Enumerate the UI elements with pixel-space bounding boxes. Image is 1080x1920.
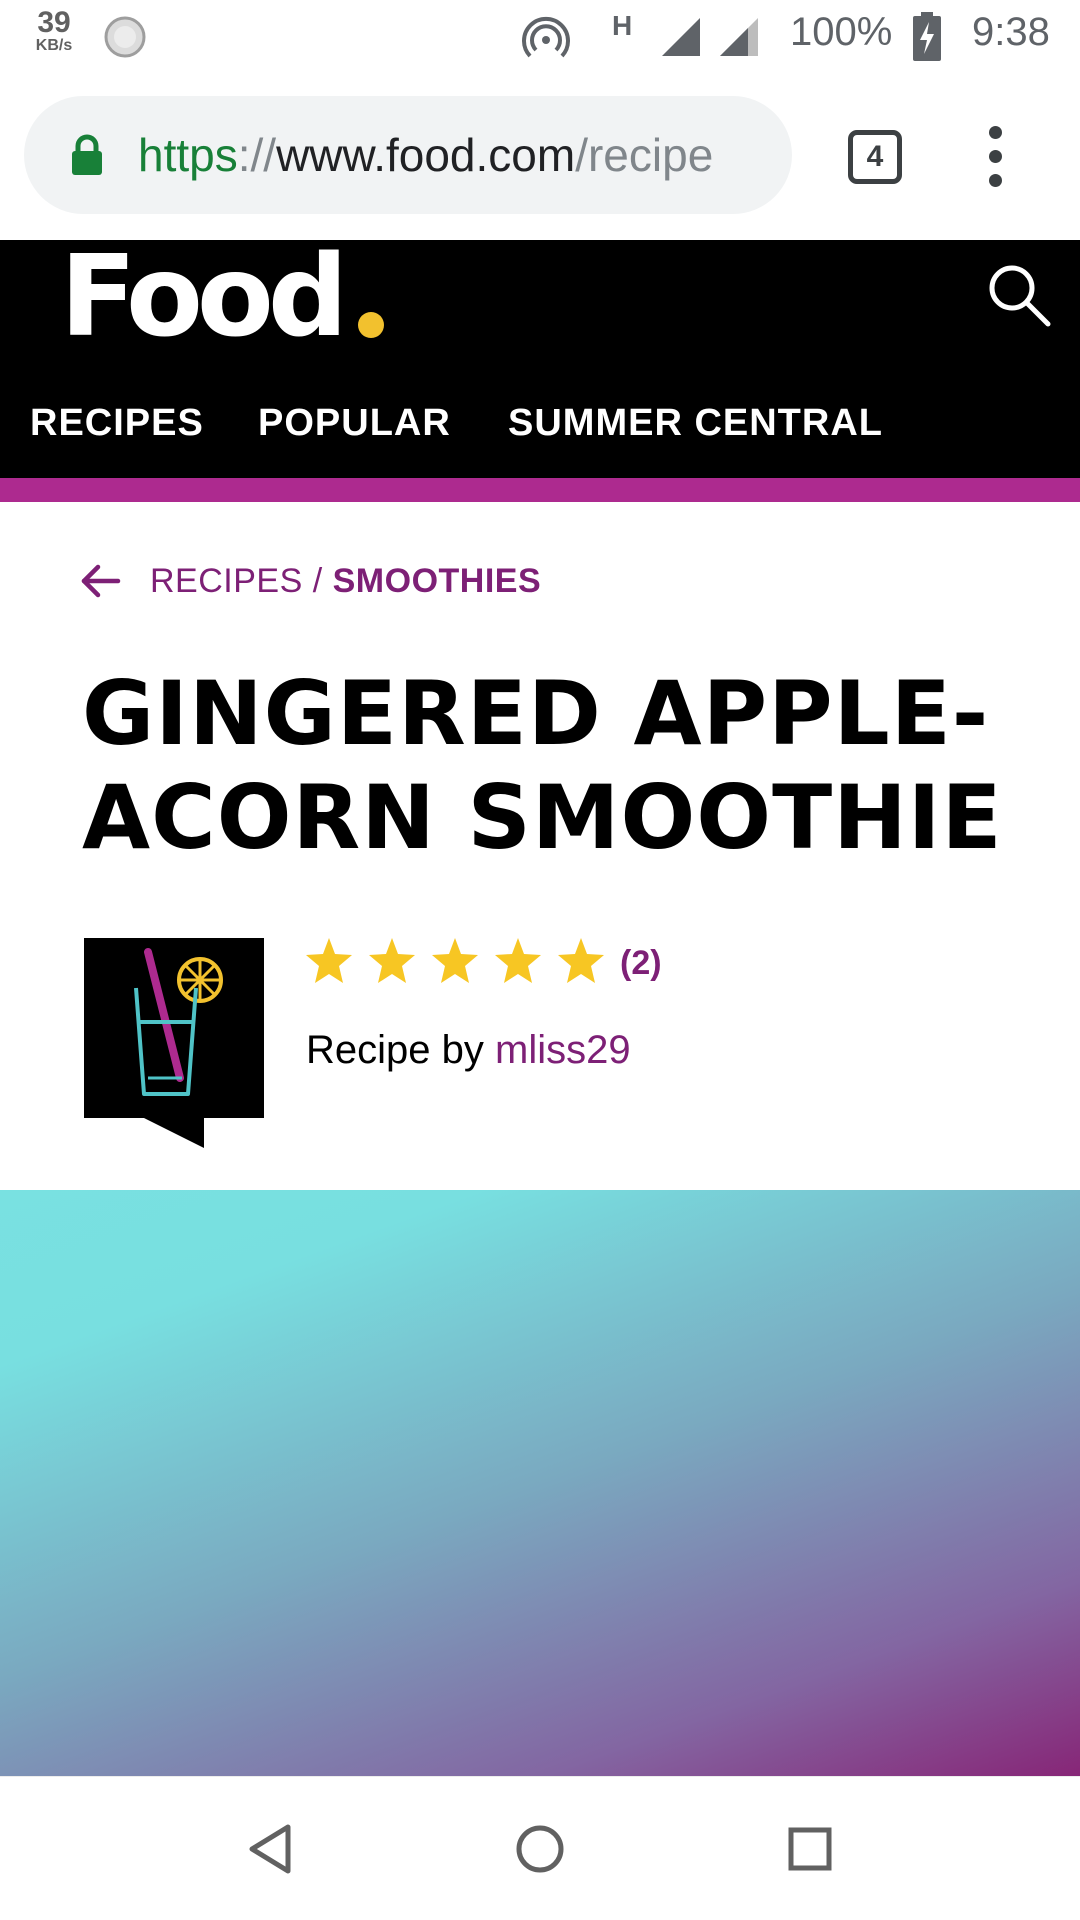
star-icon xyxy=(306,938,352,983)
url-text[interactable]: https://www.food.com/recipe xyxy=(138,124,788,186)
status-bar: 39 KB/s H 100% 9:38 xyxy=(0,0,1080,74)
back-icon[interactable] xyxy=(234,1813,306,1885)
signal-icon xyxy=(720,18,758,56)
recipe-by-label: Recipe by xyxy=(306,1028,484,1072)
network-speed-value: 39 xyxy=(37,6,71,39)
address-bar[interactable]: https://www.food.com/recipe xyxy=(24,96,792,214)
nav-item-recipes[interactable]: RECIPES xyxy=(30,390,204,456)
url-scheme: https xyxy=(138,129,238,181)
url-path: /recipe xyxy=(575,129,714,181)
arrow-left-icon[interactable] xyxy=(80,560,122,602)
breadcrumb-recipes-link[interactable]: RECIPES xyxy=(150,562,303,600)
star-icon xyxy=(432,938,478,983)
hotspot-icon xyxy=(522,16,570,58)
breadcrumb-separator: / xyxy=(312,562,323,600)
smoothie-glass-icon[interactable] xyxy=(84,938,264,1148)
nav-item-summer-central[interactable]: SUMMER CENTRAL xyxy=(508,390,883,456)
lock-icon xyxy=(72,134,102,175)
clock: 9:38 xyxy=(972,10,1050,54)
author-link[interactable]: mliss29 xyxy=(495,1028,631,1072)
site-header: Food RECIPES POPULAR SUMMER CENTRAL xyxy=(0,240,1080,478)
home-icon[interactable] xyxy=(504,1813,576,1885)
accent-bar xyxy=(0,478,1080,502)
url-separator: :// xyxy=(237,129,277,181)
recents-icon[interactable] xyxy=(774,1813,846,1885)
tab-switcher-button[interactable]: 4 xyxy=(848,130,902,184)
system-nav-bar xyxy=(0,1776,1080,1920)
network-speed-unit: KB/s xyxy=(35,37,73,54)
more-vert-icon[interactable] xyxy=(980,126,1012,188)
breadcrumb-smoothies-link[interactable]: SMOOTHIES xyxy=(333,562,542,600)
nav-item-popular[interactable]: POPULAR xyxy=(258,390,451,456)
star-icon xyxy=(495,938,541,983)
hero-image xyxy=(0,1190,1080,1776)
battery-level: 100% xyxy=(790,10,893,54)
network-speed: 39 KB/s xyxy=(26,8,82,54)
network-type: H xyxy=(612,10,633,41)
star-icon xyxy=(558,938,604,983)
signal-icon xyxy=(662,18,700,56)
battery-charging-icon xyxy=(913,12,941,61)
rating-count[interactable]: (2) xyxy=(620,944,662,983)
logo-dot xyxy=(358,312,384,338)
site-logo[interactable]: Food xyxy=(60,241,348,353)
star-icon xyxy=(369,938,415,983)
breadcrumb-path: RECIPES / SMOOTHIES xyxy=(150,558,541,604)
browser-toolbar: https://www.food.com/recipe 4 xyxy=(0,74,1080,240)
recipe-title: GINGERED APPLE-ACORN SMOOTHIE xyxy=(82,662,1003,869)
recipe-author: Recipe by mliss29 xyxy=(306,1028,631,1073)
url-host: www.food.com xyxy=(276,129,576,181)
sync-icon xyxy=(104,16,146,58)
search-icon[interactable] xyxy=(984,260,1054,330)
